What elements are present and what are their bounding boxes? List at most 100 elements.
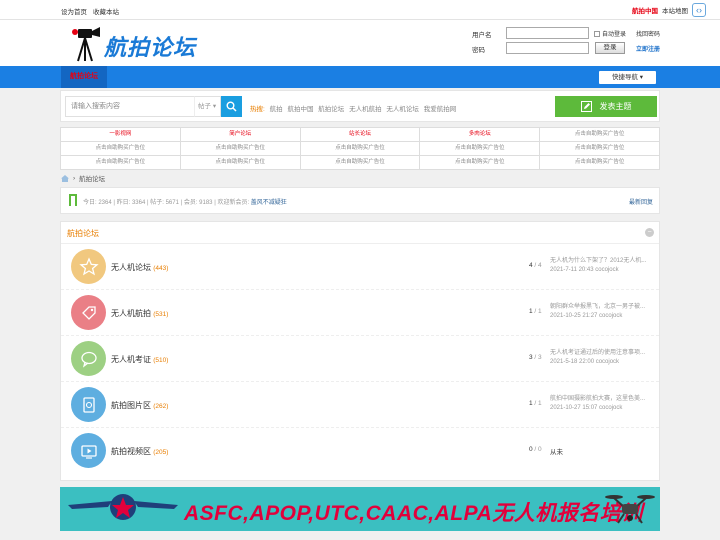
forum-header: 航拍论坛 −	[61, 222, 659, 244]
ad-slot[interactable]: 点击自助购买广告位	[61, 156, 181, 170]
breadcrumb: › 航拍论坛	[61, 173, 105, 183]
quick-nav-button[interactable]: 快捷导航 ▾	[599, 71, 656, 84]
password-field[interactable]	[506, 42, 589, 54]
forum-title[interactable]: 航拍论坛	[67, 228, 99, 239]
hot-term[interactable]: 无人机航拍	[349, 106, 382, 113]
search-button[interactable]	[221, 96, 242, 117]
hot-term[interactable]: 无人机论坛	[386, 106, 419, 113]
username-field[interactable]	[506, 27, 589, 39]
chat-bubble-icon[interactable]	[71, 341, 106, 376]
board-last-post-title: 从未	[550, 449, 563, 456]
edit-icon	[580, 101, 592, 112]
training-banner[interactable]: ASFC,APOP,UTC,CAAC,ALPA无人机报名培训	[60, 487, 660, 531]
register-link[interactable]: 立即注册	[636, 44, 660, 53]
post-thread-button[interactable]: 发表主题	[555, 96, 657, 117]
search-panel: 请输入搜索内容 帖子 ▾ 热搜: 航拍 航拍中国 航拍论坛 无人机航拍 无人机论…	[60, 90, 660, 122]
ad-slot[interactable]: 点击自助购买广告位	[420, 156, 541, 170]
board-today-count: (205)	[153, 449, 169, 456]
top-bar: 设为首页 收藏本站 航拍中国 本站地图 ‹›	[0, 0, 720, 20]
board-name[interactable]: 无人机考证 (510)	[111, 354, 168, 365]
switch-width-icon[interactable]: ‹›	[692, 3, 706, 17]
nav-tab-forum[interactable]: 航拍论坛	[61, 66, 107, 88]
breadcrumb-separator: ›	[73, 174, 76, 182]
chevron-down-icon: ▾	[639, 74, 644, 81]
ad-slot[interactable]: 点击自助购买广告位	[540, 156, 660, 170]
ad-slot[interactable]: 点击自助购买广告位	[300, 142, 421, 156]
board-posts: 1	[538, 400, 542, 407]
ad-grid: 一影视网 简户论坛 站长论坛 多肉论坛 点击自助购买广告位 点击自助购买广告位 …	[60, 127, 660, 170]
auto-login-checkbox[interactable]: 自动登录	[594, 29, 626, 38]
board-title: 无人机考证	[111, 355, 151, 364]
search-input[interactable]: 请输入搜索内容	[65, 96, 194, 117]
board-row: 航拍图片区 (262) 1 / 1 航拍中国摄影航拍大赛，这里色美... 202…	[61, 382, 659, 428]
photo-album-icon[interactable]	[71, 387, 106, 422]
board-stats: 1 / 1	[529, 400, 542, 407]
breadcrumb-current[interactable]: 航拍论坛	[79, 173, 105, 183]
search-scope-select[interactable]: 帖子 ▾	[194, 96, 221, 117]
ad-slot[interactable]: 点击自助购买广告位	[180, 142, 301, 156]
board-last-post-meta: 2021-10-27 15:07 cocojock	[550, 405, 623, 411]
stats-text: 今日: 2364 | 昨日: 3364 | 帖子: 5671 | 会员: 918…	[83, 200, 287, 206]
login-button[interactable]: 登录	[595, 42, 625, 54]
ad-slot[interactable]: 点击自助购买广告位	[540, 128, 660, 142]
board-name[interactable]: 航拍视频区 (205)	[111, 446, 168, 457]
site-logo[interactable]: 航拍论坛	[70, 25, 210, 63]
ad-slot[interactable]: 点击自助购买广告位	[61, 142, 181, 156]
ad-slot[interactable]: 点击自助购买广告位	[300, 156, 421, 170]
hot-term[interactable]: 我爱航拍网	[424, 106, 457, 113]
ad-slot[interactable]: 点击自助购买广告位	[420, 142, 541, 156]
ad-slot[interactable]: 站长论坛	[300, 128, 421, 142]
ad-slot[interactable]: 一影视网	[61, 128, 181, 142]
drone-icon	[605, 495, 655, 524]
board-title: 无人机航拍	[111, 309, 151, 318]
posts-label: 帖子:	[150, 200, 164, 206]
hot-term[interactable]: 航拍论坛	[318, 106, 344, 113]
top-links: 设为首页 收藏本站	[61, 6, 119, 16]
quick-nav-label: 快捷导航	[611, 74, 638, 81]
hot-term[interactable]: 航拍	[270, 106, 283, 113]
set-home-link[interactable]: 设为首页	[61, 6, 87, 16]
home-icon[interactable]	[61, 174, 69, 182]
board-posts: 4	[538, 262, 542, 269]
find-password-link[interactable]: 找回密码	[636, 29, 660, 38]
bookmark-link[interactable]: 收藏本站	[93, 6, 119, 16]
board-last-post-title[interactable]: 无人机为什么下架了？2012无人机...	[550, 255, 646, 264]
password-label: 密码	[472, 47, 485, 54]
auto-login-label: 自动登录	[602, 32, 627, 38]
ad-slot[interactable]: 多肉论坛	[420, 128, 541, 142]
latest-replies-link[interactable]: 最新回复	[629, 197, 653, 206]
new-member-link[interactable]: 盖风不减疑狂	[251, 200, 287, 206]
board-today-count: (531)	[153, 311, 169, 318]
search-icon	[226, 101, 237, 112]
posts-count: 5671	[165, 200, 179, 206]
hot-term[interactable]: 航拍中国	[287, 106, 313, 113]
bookmark-icon	[69, 194, 77, 206]
board-last-post-title[interactable]: 航拍中国摄影航拍大赛，这里色美...	[550, 393, 645, 402]
star-icon[interactable]	[71, 249, 106, 284]
tag-icon[interactable]	[71, 295, 106, 330]
board-last-post-meta: 2021-5-18 22:00 cocojock	[550, 359, 620, 365]
banner-text: ASFC,APOP,UTC,CAAC,ALPA无人机报名培训	[184, 502, 643, 525]
members-label: 会员:	[183, 200, 198, 206]
board-threads: 0	[529, 446, 533, 453]
today-label: 今日:	[83, 200, 97, 206]
board-name[interactable]: 航拍图片区 (262)	[111, 400, 168, 411]
board-last-post-title[interactable]: 无人机考证通过后的使用注意事项...	[550, 347, 645, 356]
ad-slot[interactable]: 点击自助购买广告位	[180, 156, 301, 170]
post-thread-label: 发表主题	[599, 102, 632, 111]
board-stats: 3 / 3	[529, 354, 542, 361]
board-name[interactable]: 无人机论坛 (443)	[111, 262, 168, 273]
ad-slot[interactable]: 简户论坛	[180, 128, 301, 142]
search-scope-value: 帖子	[198, 103, 211, 110]
board-last-post-title[interactable]: 朝阳群众举报黑飞，北京一男子被...	[550, 301, 645, 310]
board-name[interactable]: 无人机航拍 (531)	[111, 308, 168, 319]
collapse-icon[interactable]: −	[645, 228, 654, 237]
board-row: 航拍视频区 (205) 0 / 0 从未	[61, 428, 659, 474]
stats-bar: 今日: 2364 | 昨日: 3364 | 帖子: 5671 | 会员: 918…	[60, 187, 660, 214]
header: 航拍论坛 用户名 自动登录 找回密码 密码 登录 立即注册	[0, 20, 720, 66]
video-icon[interactable]	[71, 433, 106, 468]
ad-slot[interactable]: 点击自助购买广告位	[540, 142, 660, 156]
sitemap-link[interactable]: 本站地图	[662, 5, 688, 15]
camera-tripod-icon	[72, 27, 100, 62]
site-brand-link[interactable]: 航拍中国	[632, 5, 658, 15]
